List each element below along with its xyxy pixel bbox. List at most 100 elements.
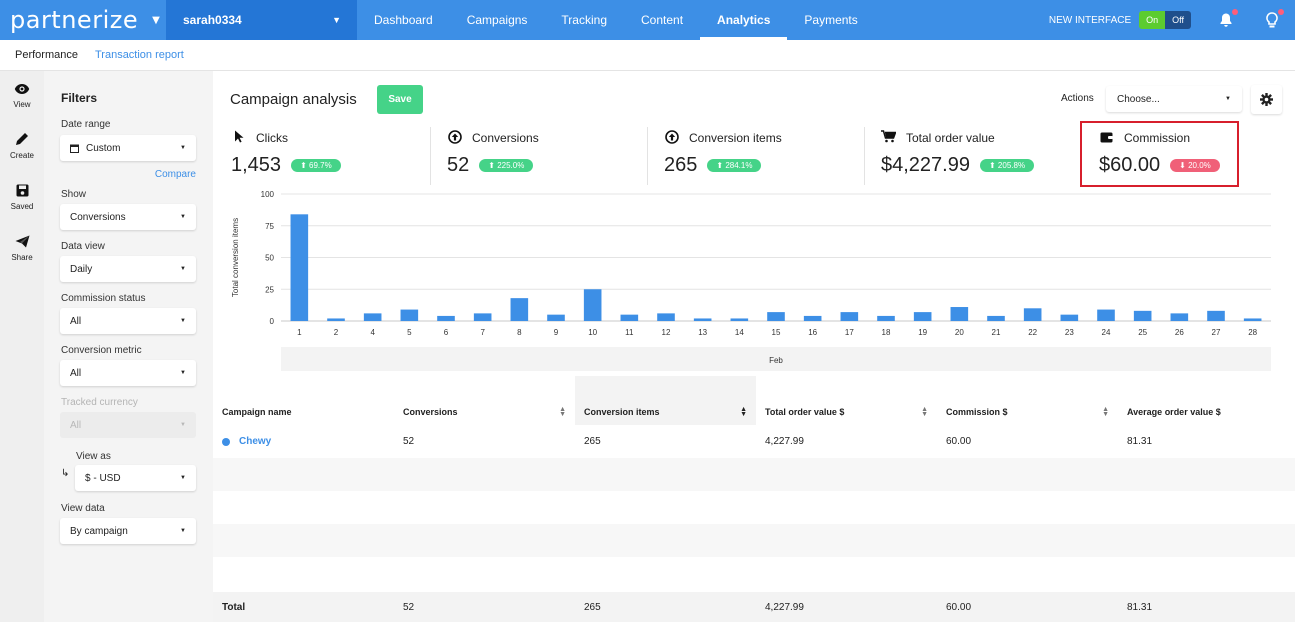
empty-row — [213, 557, 1295, 590]
nav-campaigns[interactable]: Campaigns — [450, 0, 545, 40]
x-tick-label: 12 — [662, 328, 671, 337]
y-tick-label: 75 — [265, 222, 274, 231]
bar-15 — [767, 312, 785, 321]
change-value: 225.0% — [497, 161, 525, 170]
bar-23 — [1060, 314, 1079, 321]
col-conversions[interactable]: Conversions ▲ ▼ — [394, 376, 575, 425]
view-as-select[interactable]: $ - USD ▼ — [75, 465, 196, 491]
x-tick-label: 25 — [1138, 328, 1147, 337]
new-interface-label: NEW INTERFACE — [1048, 14, 1132, 26]
empty-row — [213, 458, 1295, 491]
logo-text: partnerize — [10, 6, 139, 34]
x-tick-label: 9 — [554, 328, 559, 337]
nav-payments[interactable]: Payments — [787, 0, 874, 40]
metric-total-order-value[interactable]: Total order value $4,227.99 ⬆ 205.8% — [881, 130, 1035, 186]
compare-link[interactable]: Compare — [155, 169, 196, 180]
toggle-off[interactable]: Off — [1165, 11, 1191, 29]
commission-status-select[interactable]: All ▼ — [60, 308, 196, 334]
rail-saved[interactable]: Saved — [0, 173, 44, 224]
metric-conversion-items[interactable]: Conversion items 265 ⬆ 284.1% — [664, 129, 782, 186]
header-label: Campaign name — [222, 407, 292, 417]
cell-commission: 60.00 — [946, 436, 972, 447]
x-tick-label: 15 — [772, 328, 781, 337]
x-tick-label: 17 — [845, 328, 854, 337]
nav-dashboard[interactable]: Dashboard — [357, 0, 450, 40]
bar-4 — [363, 313, 382, 321]
chevron-down-icon: ▼ — [332, 15, 341, 25]
sort-icon[interactable]: ▲ ▼ — [559, 406, 566, 418]
bar-18 — [877, 315, 895, 321]
col-campaign-name[interactable]: Campaign name — [213, 376, 394, 425]
header-label: Total order value $ — [765, 407, 845, 417]
sort-icon[interactable]: ▲ ▼ — [1102, 406, 1109, 418]
view-data-select[interactable]: By campaign ▼ — [60, 518, 196, 544]
show-select[interactable]: Conversions ▼ — [60, 204, 196, 230]
bar-25 — [1133, 310, 1152, 321]
rail-share-label: Share — [11, 253, 33, 262]
lightbulb-icon[interactable] — [1263, 9, 1284, 29]
rail-create[interactable]: Create — [0, 122, 44, 173]
corner-arrow-icon: ↳ — [61, 468, 70, 479]
header-label: Average order value $ — [1127, 407, 1221, 417]
top-navigation: partnerize ▼ sarah0334 ▼ Dashboard Campa… — [0, 0, 1295, 40]
bar-28 — [1243, 318, 1262, 321]
floppy-disk-icon — [16, 183, 29, 202]
nav-analytics[interactable]: Analytics — [700, 0, 788, 40]
rail-view-label: View — [13, 100, 31, 109]
metric-value: 265 — [664, 154, 698, 176]
conversion-metric-select[interactable]: All ▼ — [60, 360, 196, 386]
x-tick-label: 23 — [1065, 328, 1074, 337]
account-name: sarah0334 — [183, 13, 242, 27]
rail-saved-label: Saved — [10, 202, 34, 211]
new-interface-toggle[interactable]: On Off — [1139, 11, 1191, 29]
commission-highlight — [1080, 121, 1239, 187]
col-total-order-value[interactable]: Total order value $ ▲ ▼ — [756, 376, 937, 425]
chevron-down-icon: ▼ — [180, 318, 186, 324]
col-average-order-value[interactable]: Average order value $ — [1118, 376, 1295, 425]
date-range-select[interactable]: Custom ▼ — [60, 135, 196, 161]
conversion-metric-value: All — [70, 367, 82, 379]
view-data-label: View data — [61, 503, 105, 514]
metric-clicks[interactable]: Clicks 1,453 ⬆ 69.7% — [231, 130, 341, 186]
campaign-link[interactable]: Chewy — [213, 436, 394, 447]
account-switcher[interactable]: sarah0334 ▼ — [166, 0, 357, 40]
sub-navigation: Performance Transaction report — [0, 40, 1295, 71]
x-tick-label: 24 — [1102, 328, 1111, 337]
notifications-icon[interactable] — [1217, 9, 1238, 29]
nav-content[interactable]: Content — [624, 0, 700, 40]
save-button[interactable]: Save — [377, 85, 423, 114]
filters-panel: Filters Date range Custom ▼ Compare Show… — [44, 71, 213, 622]
commission-status-value: All — [70, 315, 82, 327]
col-commission[interactable]: Commission $ ▲ ▼ — [937, 376, 1118, 425]
settings-button[interactable] — [1251, 85, 1282, 114]
bar-24 — [1097, 309, 1115, 321]
tips-dot — [1278, 9, 1284, 15]
metric-label: Total order value — [906, 131, 995, 145]
header-label: Conversion items — [584, 407, 660, 417]
cell-average-order-value: 81.31 — [1127, 436, 1153, 447]
bar-17 — [840, 312, 859, 321]
metric-conversions[interactable]: Conversions 52 ⬆ 225.0% — [447, 129, 539, 186]
pencil-icon — [15, 132, 29, 151]
rail-share[interactable]: Share — [0, 224, 44, 275]
x-tick-label: 8 — [517, 328, 522, 337]
actions-select[interactable]: Choose... ▼ — [1106, 86, 1242, 112]
tab-transaction-report[interactable]: Transaction report — [95, 49, 184, 61]
toggle-on[interactable]: On — [1139, 11, 1166, 29]
brand-logo[interactable]: partnerize ▼ — [0, 0, 166, 40]
chevron-down-icon: ▼ — [180, 145, 186, 151]
sort-icon[interactable]: ▲ ▼ — [740, 406, 747, 418]
tab-performance[interactable]: Performance — [15, 49, 78, 61]
x-tick-label: 16 — [808, 328, 817, 337]
header-label: Commission $ — [946, 407, 1008, 417]
x-tick-label: 7 — [480, 328, 485, 337]
sort-icon[interactable]: ▲ ▼ — [921, 406, 928, 418]
x-tick-label: 19 — [918, 328, 927, 337]
col-conversion-items[interactable]: Conversion items ▲ ▼ — [575, 376, 756, 425]
rail-view[interactable]: View — [0, 71, 44, 122]
nav-tracking[interactable]: Tracking — [544, 0, 624, 40]
x-tick-label: 5 — [407, 328, 412, 337]
chevron-down-icon[interactable]: ▼ — [152, 15, 160, 26]
data-view-select[interactable]: Daily ▼ — [60, 256, 196, 282]
x-tick-label: 22 — [1028, 328, 1037, 337]
